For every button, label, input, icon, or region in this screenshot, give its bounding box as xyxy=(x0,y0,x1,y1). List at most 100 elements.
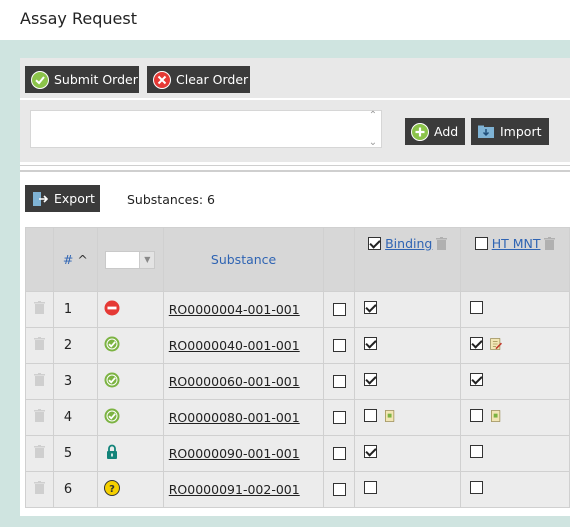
trash-icon[interactable] xyxy=(33,445,45,458)
chevron-up-icon[interactable]: ⌃ xyxy=(369,110,377,121)
row-status-cell xyxy=(96,399,164,436)
trash-icon[interactable] xyxy=(436,237,448,250)
divider xyxy=(20,165,570,166)
row-delete-cell xyxy=(25,291,54,328)
import-button[interactable]: Import xyxy=(471,118,549,145)
status-filter-select[interactable]: ▼ xyxy=(105,250,156,269)
trash-icon[interactable] xyxy=(33,337,45,350)
row-assay-ht-mnt-cell xyxy=(460,399,570,436)
assay-binding-checkbox[interactable] xyxy=(364,373,378,386)
row-delete-cell xyxy=(25,327,54,364)
row-delete-cell xyxy=(25,363,54,400)
assay-ht-mnt-checkbox[interactable] xyxy=(470,373,484,386)
row-substance-cell: RO0000004-001-001 xyxy=(162,291,325,328)
row-delete-cell xyxy=(25,471,54,508)
row-status-cell xyxy=(96,291,164,328)
table-row: 3 RO0000060-001-001 xyxy=(25,363,570,400)
trash-icon[interactable] xyxy=(33,409,45,422)
assay-ht-mnt-checkbox[interactable] xyxy=(470,301,484,314)
note-add-icon[interactable] xyxy=(383,409,397,423)
row-status-cell xyxy=(96,363,164,400)
row-number: 1 xyxy=(52,291,98,328)
substance-link[interactable]: RO0000004-001-001 xyxy=(169,302,300,317)
assay-ht-mnt-checkbox[interactable] xyxy=(470,481,484,494)
export-button[interactable]: Export xyxy=(25,185,100,212)
row-number: 2 xyxy=(52,327,98,364)
row-assay-binding-cell xyxy=(354,471,462,508)
sort-ascending-icon[interactable]: ^ xyxy=(77,252,87,267)
assay-ht-mnt-checkbox[interactable] xyxy=(470,337,484,351)
row-assay-binding-cell xyxy=(354,291,462,328)
assay-binding-checkbox[interactable] xyxy=(364,337,378,350)
divider xyxy=(20,170,570,172)
row-select-cell xyxy=(323,471,356,508)
header-number[interactable]: # ^ xyxy=(52,227,98,292)
add-button[interactable]: Add xyxy=(405,118,465,145)
trash-icon[interactable] xyxy=(33,481,45,494)
row-select-cell xyxy=(323,435,356,472)
row-assay-binding-cell xyxy=(354,435,462,472)
note-edit-icon[interactable] xyxy=(489,337,503,351)
substance-link[interactable]: RO0000040-001-001 xyxy=(169,338,300,353)
header-status-filter: ▼ xyxy=(96,227,164,292)
row-select-cell xyxy=(323,327,356,364)
check-status-icon xyxy=(104,408,120,423)
substance-link[interactable]: RO0000091-002-001 xyxy=(169,482,300,497)
trash-icon[interactable] xyxy=(33,373,45,386)
header-number-label: # xyxy=(62,252,74,267)
assay-binding-checkbox[interactable] xyxy=(364,409,378,423)
substance-input[interactable] xyxy=(30,110,382,148)
row-select-checkbox[interactable] xyxy=(332,447,346,460)
svg-text:?: ? xyxy=(109,484,115,495)
row-number: 4 xyxy=(52,399,98,436)
chevron-down-icon[interactable]: ▼ xyxy=(139,251,155,268)
row-substance-cell: RO0000060-001-001 xyxy=(162,363,325,400)
row-delete-cell xyxy=(25,435,54,472)
row-substance-cell: RO0000090-001-001 xyxy=(162,435,325,472)
substance-link[interactable]: RO0000080-001-001 xyxy=(169,410,300,425)
check-status-icon xyxy=(104,372,120,387)
row-status-cell: ? xyxy=(96,471,164,508)
row-select-checkbox[interactable] xyxy=(332,339,346,352)
row-select-checkbox[interactable] xyxy=(332,483,346,496)
row-number: 5 xyxy=(52,435,98,472)
assay-binding-link[interactable]: Binding xyxy=(385,236,432,251)
header-substance[interactable]: Substance xyxy=(162,227,325,292)
input-spinner[interactable]: ⌃ ⌄ xyxy=(366,110,380,148)
close-circle-icon xyxy=(153,70,171,89)
header-assay-ht-mnt: HT MNT xyxy=(460,227,570,292)
header-select-column xyxy=(323,227,356,292)
chevron-down-icon[interactable]: ⌄ xyxy=(369,137,377,148)
row-assay-ht-mnt-cell xyxy=(460,435,570,472)
assay-binding-header-checkbox[interactable] xyxy=(368,237,382,250)
row-select-checkbox[interactable] xyxy=(332,411,346,424)
trash-icon[interactable] xyxy=(33,301,45,314)
assay-binding-checkbox[interactable] xyxy=(364,481,378,494)
row-assay-binding-cell xyxy=(354,399,462,436)
trash-icon[interactable] xyxy=(544,237,556,250)
assay-ht-mnt-header-checkbox[interactable] xyxy=(474,237,488,250)
row-assay-ht-mnt-cell xyxy=(460,471,570,508)
assay-ht-mnt-link[interactable]: HT MNT xyxy=(492,236,541,251)
assay-binding-checkbox[interactable] xyxy=(364,445,378,458)
assay-ht-mnt-checkbox[interactable] xyxy=(470,445,484,458)
row-select-cell xyxy=(323,291,356,328)
note-add-icon[interactable] xyxy=(489,409,503,423)
table-header-row: # ^ ▼ Substance Binding HT MNT xyxy=(25,227,570,292)
submit-order-button[interactable]: Submit Order xyxy=(25,66,139,93)
row-assay-binding-cell xyxy=(354,327,462,364)
row-select-cell xyxy=(323,363,356,400)
substance-link[interactable]: RO0000090-001-001 xyxy=(169,446,300,461)
table-row: 2 RO0000040-001-001 xyxy=(25,327,570,364)
export-icon xyxy=(33,191,49,206)
clear-order-label: Clear Order xyxy=(176,72,249,87)
assay-binding-checkbox[interactable] xyxy=(364,301,378,314)
row-select-checkbox[interactable] xyxy=(332,303,346,316)
add-label: Add xyxy=(434,124,459,139)
clear-order-button[interactable]: Clear Order xyxy=(147,66,250,93)
row-status-cell xyxy=(96,327,164,364)
assay-ht-mnt-checkbox[interactable] xyxy=(470,409,484,423)
row-select-checkbox[interactable] xyxy=(332,375,346,388)
blocked-status-icon xyxy=(104,300,120,315)
substance-link[interactable]: RO0000060-001-001 xyxy=(169,374,300,389)
